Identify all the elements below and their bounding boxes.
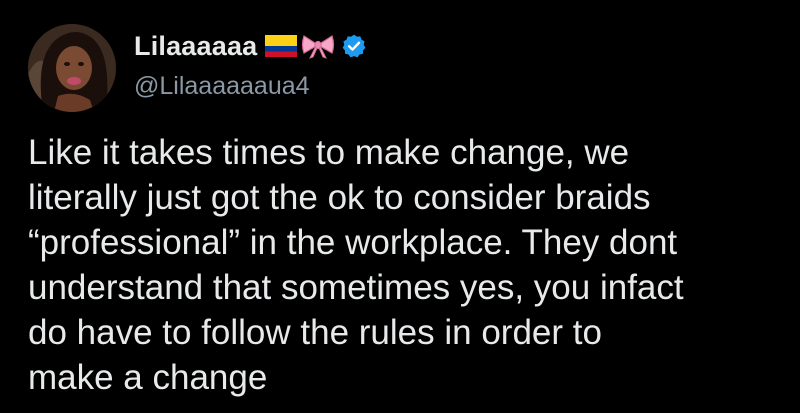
tweet-text: Like it takes times to make change, we l… xyxy=(28,133,684,397)
display-name[interactable]: Lilaaaaaa xyxy=(134,31,257,62)
avatar[interactable] xyxy=(28,24,116,112)
avatar-image xyxy=(28,24,116,112)
user-handle[interactable]: @Lilaaaaaaua4 xyxy=(134,72,367,101)
verified-badge-icon xyxy=(341,33,367,59)
name-row: Lilaaaaaa xyxy=(134,28,367,64)
colombia-flag-icon xyxy=(265,35,298,57)
tweet-header: Lilaaaaaa @Lilaaaaaaua4 xyxy=(134,28,367,101)
ribbon-bow-icon xyxy=(301,33,335,59)
tweet-card[interactable]: Lilaaaaaa @Lilaaaaaaua4 Like it takes ti… xyxy=(0,0,800,413)
